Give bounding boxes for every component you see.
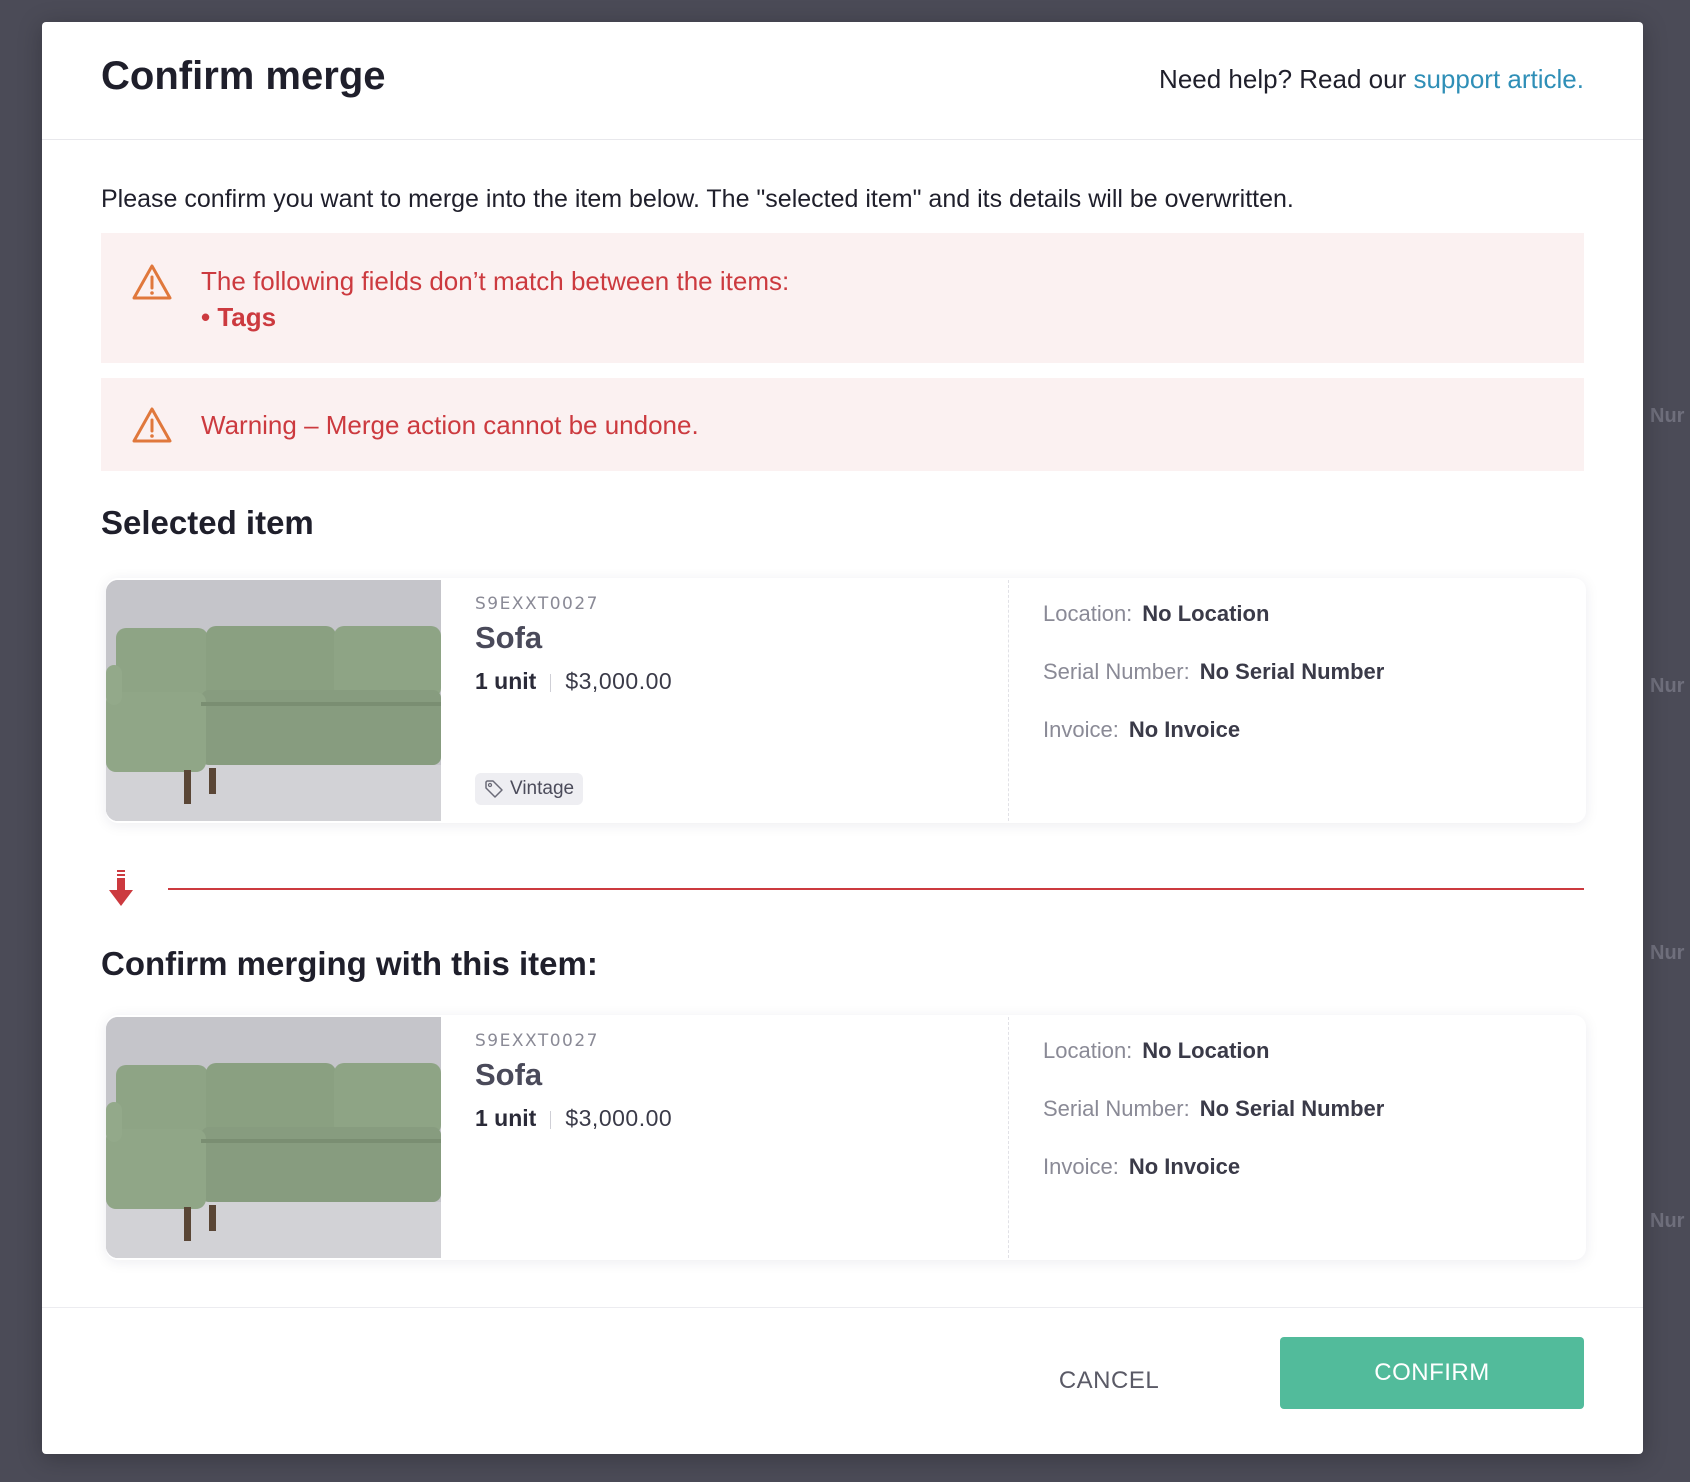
confirm-merge-modal: Confirm merge Need help? Read our suppor… [42, 22, 1643, 1454]
merge-divider [106, 869, 1584, 909]
warning-triangle-icon [132, 407, 172, 442]
location-value: No Location [1142, 601, 1270, 626]
warning-triangle-icon [132, 264, 172, 300]
support-article-link[interactable]: support article. [1413, 64, 1584, 94]
item-sku: S9EXXT0027 [475, 594, 599, 614]
background-hint-text: Nur [1650, 675, 1685, 697]
item-price: $3,000.00 [565, 1105, 673, 1131]
item-qty-price: 1 unit $3,000.00 [475, 668, 1008, 695]
serial-number-label: Serial Number: [1043, 1096, 1190, 1121]
item-details: Location: No Location Serial Number: No Se… [1009, 578, 1586, 823]
item-quantity: 1 unit [475, 668, 537, 694]
cancel-button[interactable]: CANCEL [1009, 1346, 1209, 1416]
item-sku: S9EXXT0027 [475, 1031, 599, 1051]
background-hint-text: Nur [1650, 405, 1685, 427]
tag-icon [485, 780, 503, 798]
background-hint-text: Nur [1650, 942, 1685, 964]
item-details: Location: No Location Serial Number: No Se… [1009, 1015, 1586, 1260]
item-main-info: S9EXXT0027 Sofa 1 unit $3,000.00 Vintage [441, 580, 1009, 821]
modal-body: Please confirm you want to merge into th… [42, 140, 1643, 1260]
background-hint-text: Nur [1650, 1210, 1685, 1232]
mismatch-field-tags: • Tags [201, 302, 277, 332]
tag-label: Vintage [510, 778, 575, 799]
undo-warning-alert: Warning – Merge action cannot be undone. [101, 378, 1584, 471]
sofa-image-icon [106, 1017, 441, 1258]
serial-number-row: Serial Number: No Serial Number [1043, 1095, 1586, 1123]
qty-separator [550, 673, 552, 692]
item-main-info: S9EXXT0027 Sofa 1 unit $3,000.00 [441, 1017, 1009, 1258]
sofa-image-icon [106, 580, 441, 821]
item-tag-vintage: Vintage [475, 773, 584, 805]
serial-number-row: Serial Number: No Serial Number [1043, 658, 1586, 686]
serial-number-value: No Serial Number [1199, 659, 1385, 684]
merge-target-heading: Confirm merging with this item: [101, 945, 598, 982]
fields-mismatch-alert: The following fields don’t match between… [101, 233, 1584, 363]
item-image [106, 580, 441, 821]
arrow-down-icon [109, 870, 133, 906]
intro-text: Please confirm you want to merge into th… [101, 185, 1294, 213]
confirm-button[interactable]: CONFIRM [1280, 1337, 1584, 1409]
item-name: Sofa [475, 1057, 543, 1092]
serial-number-label: Serial Number: [1043, 659, 1190, 684]
qty-separator [550, 1110, 552, 1129]
location-label: Location: [1043, 601, 1133, 626]
location-value: No Location [1142, 1038, 1270, 1063]
modal-title: Confirm merge [101, 54, 386, 98]
item-name: Sofa [475, 620, 543, 655]
item-qty-price: 1 unit $3,000.00 [475, 1105, 1008, 1132]
invoice-value: No Invoice [1128, 1154, 1241, 1179]
location-row: Location: No Location [1043, 600, 1586, 628]
invoice-value: No Invoice [1128, 717, 1241, 742]
help-text: Need help? Read our support article. [1159, 64, 1584, 95]
modal-header: Confirm merge Need help? Read our suppor… [42, 22, 1643, 140]
serial-number-value: No Serial Number [1199, 1096, 1385, 1121]
mismatch-message: The following fields don’t match between… [201, 266, 790, 296]
location-row: Location: No Location [1043, 1037, 1586, 1065]
location-label: Location: [1043, 1038, 1133, 1063]
selected-item-card: S9EXXT0027 Sofa 1 unit $3,000.00 Vintage … [106, 578, 1586, 823]
merge-line [168, 888, 1584, 890]
help-prefix: Need help? Read our [1159, 64, 1407, 94]
invoice-label: Invoice: [1043, 717, 1119, 742]
item-image [106, 1017, 441, 1258]
undo-warning-text: Warning – Merge action cannot be undone. [201, 409, 699, 440]
merge-target-item-card: S9EXXT0027 Sofa 1 unit $3,000.00 Location… [106, 1015, 1586, 1260]
invoice-row: Invoice: No Invoice [1043, 716, 1586, 744]
invoice-label: Invoice: [1043, 1154, 1119, 1179]
item-price: $3,000.00 [565, 668, 673, 694]
selected-item-heading: Selected item [101, 504, 314, 541]
item-quantity: 1 unit [475, 1105, 537, 1131]
invoice-row: Invoice: No Invoice [1043, 1153, 1586, 1181]
modal-footer: CANCEL CONFIRM [42, 1307, 1643, 1454]
